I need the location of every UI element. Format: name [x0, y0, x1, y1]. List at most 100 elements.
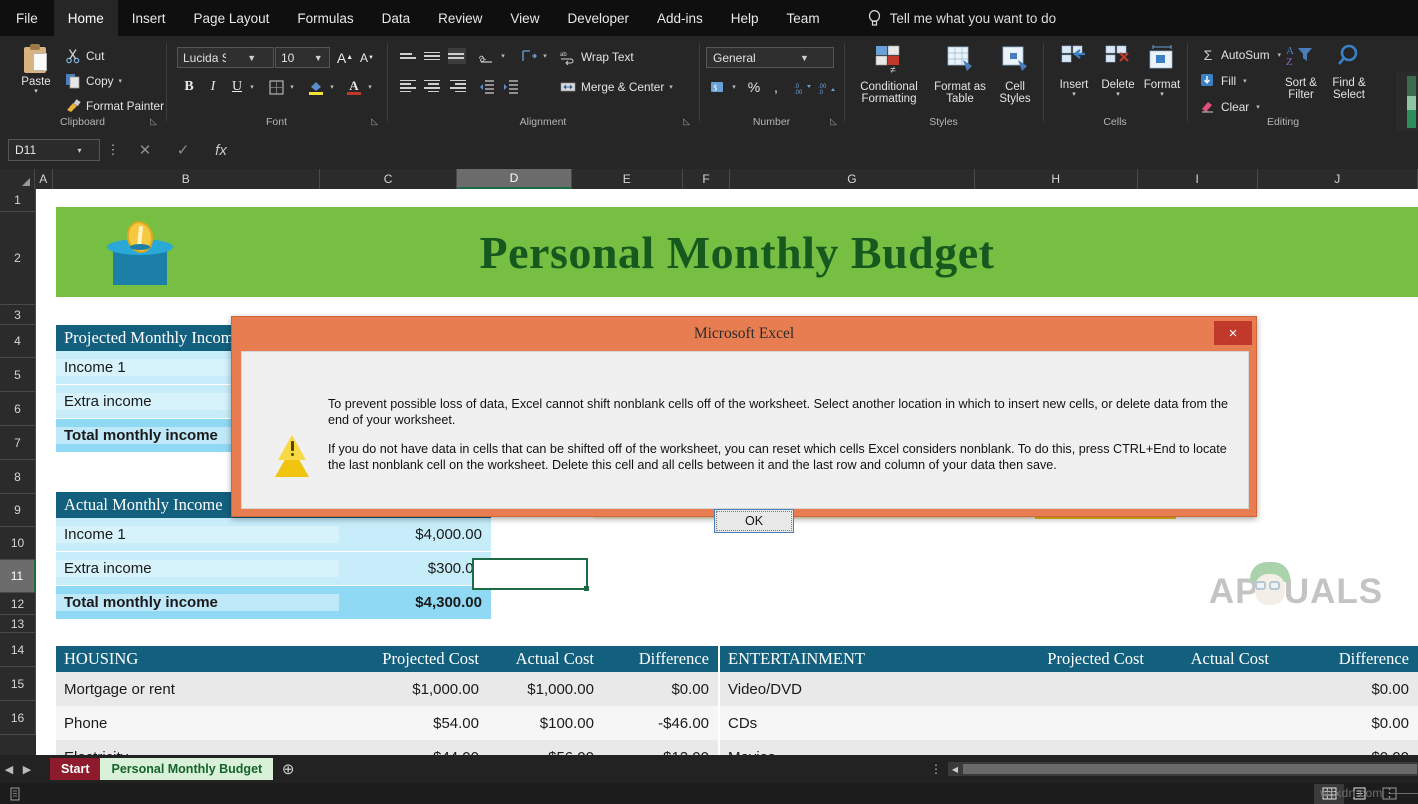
- row-header-5[interactable]: 5: [0, 358, 36, 392]
- menu-item-insert[interactable]: Insert: [118, 0, 180, 36]
- sheet-tab-personal-monthly-budget[interactable]: Personal Monthly Budget: [100, 758, 274, 780]
- table-row[interactable]: CDs $0.00: [720, 706, 1418, 740]
- format-as-table-button[interactable]: Format as Table: [930, 44, 990, 105]
- bold-button[interactable]: B: [179, 77, 199, 97]
- find-select-button[interactable]: Find & Select: [1326, 44, 1372, 101]
- align-middle-button[interactable]: [424, 48, 442, 64]
- format-cells-button[interactable]: Format ▾: [1136, 44, 1188, 98]
- fill-color-button[interactable]: [305, 76, 327, 98]
- column-header-c[interactable]: C: [320, 169, 458, 189]
- selected-cell-d11[interactable]: [472, 558, 589, 591]
- wrap-text-button[interactable]: ab Wrap Text: [560, 49, 634, 66]
- table-row[interactable]: Extra income $300.00: [56, 552, 491, 586]
- menu-item-team[interactable]: Team: [773, 0, 834, 36]
- cut-button[interactable]: Cut: [65, 48, 104, 64]
- row-header-11[interactable]: 11: [0, 560, 36, 593]
- row-header-16[interactable]: 16: [0, 701, 36, 735]
- number-dialog-launcher[interactable]: ◺: [830, 116, 837, 127]
- number-format-select[interactable]: General ▼: [706, 47, 834, 68]
- row-header-1[interactable]: 1: [0, 189, 36, 212]
- accounting-format-button[interactable]: $: [707, 77, 729, 97]
- comma-style-button[interactable]: ,: [766, 77, 786, 97]
- underline-button[interactable]: U: [227, 77, 247, 97]
- menu-item-view[interactable]: View: [496, 0, 553, 36]
- table-row[interactable]: Phone $54.00 $100.00 -$46.00: [56, 706, 718, 740]
- font-color-chevron-down-icon[interactable]: ▾: [365, 80, 375, 94]
- tab-overflow-icon[interactable]: ⋮: [924, 762, 948, 776]
- decrease-decimal-button[interactable]: .00.0: [816, 78, 838, 98]
- font-dialog-launcher[interactable]: ◺: [371, 116, 378, 127]
- font-color-button[interactable]: A: [343, 76, 365, 98]
- column-header-h[interactable]: H: [975, 169, 1138, 189]
- close-icon[interactable]: ×: [1214, 321, 1252, 345]
- table-row[interactable]: Video/DVD $0.00: [720, 672, 1418, 706]
- row-header-13[interactable]: 13: [0, 615, 36, 633]
- fill-button[interactable]: Fill ▾: [1200, 73, 1247, 89]
- decrease-font-size-button[interactable]: A ▼: [357, 47, 377, 68]
- clear-button[interactable]: Clear ▾: [1200, 99, 1260, 115]
- align-top-button[interactable]: [400, 48, 418, 64]
- align-left-button[interactable]: [400, 78, 418, 94]
- paste-button[interactable]: Paste ▾: [10, 44, 62, 95]
- align-center-button[interactable]: [424, 78, 442, 94]
- table-row[interactable]: Mortgage or rent $1,000.00 $1,000.00 $0.…: [56, 672, 718, 706]
- clipboard-dialog-launcher[interactable]: ◺: [150, 116, 157, 127]
- row-header-6[interactable]: 6: [0, 392, 36, 426]
- text-direction-button[interactable]: [518, 46, 540, 66]
- menu-item-formulas[interactable]: Formulas: [283, 0, 367, 36]
- decrease-indent-button[interactable]: [476, 77, 498, 97]
- orientation-button[interactable]: a: [476, 46, 498, 66]
- increase-indent-button[interactable]: [500, 77, 522, 97]
- fill-color-chevron-down-icon[interactable]: ▾: [327, 80, 337, 94]
- accessibility-icon[interactable]: [8, 787, 22, 801]
- row-header-8[interactable]: 8: [0, 460, 36, 494]
- increase-decimal-button[interactable]: .0.00: [792, 78, 814, 98]
- menu-item-home[interactable]: Home: [53, 0, 118, 36]
- borders-chevron-down-icon[interactable]: ▾: [287, 80, 297, 94]
- row-header-15[interactable]: 15: [0, 667, 36, 701]
- column-header-a[interactable]: A: [35, 169, 53, 189]
- table-row[interactable]: Income 1 $4,000.00: [56, 518, 491, 552]
- font-size-select[interactable]: 10 ▼: [275, 47, 330, 68]
- copy-button[interactable]: Copy ▾: [65, 73, 122, 89]
- ok-button[interactable]: OK: [714, 509, 794, 533]
- column-header-d[interactable]: D: [457, 169, 572, 189]
- next-sheet-icon[interactable]: ▶: [18, 763, 36, 776]
- alignment-dialog-launcher[interactable]: ◺: [683, 116, 690, 127]
- confirm-entry-icon[interactable]: ✓: [164, 141, 202, 159]
- orientation-chevron-down-icon[interactable]: ▾: [498, 49, 508, 63]
- percent-style-button[interactable]: %: [744, 77, 764, 97]
- increase-font-size-button[interactable]: A ▲: [335, 47, 355, 68]
- row-header-2[interactable]: 2: [0, 212, 36, 305]
- row-header-3[interactable]: 3: [0, 305, 36, 325]
- align-bottom-button[interactable]: [448, 48, 466, 64]
- menu-item-add-ins[interactable]: Add-ins: [643, 0, 717, 36]
- column-header-b[interactable]: B: [53, 169, 320, 189]
- borders-button[interactable]: [265, 77, 287, 97]
- menu-item-help[interactable]: Help: [717, 0, 773, 36]
- column-header-e[interactable]: E: [572, 169, 683, 189]
- name-box[interactable]: D11 ▾: [8, 139, 100, 161]
- menu-item-review[interactable]: Review: [424, 0, 496, 36]
- scroll-left-icon[interactable]: ◀: [948, 765, 962, 774]
- sort-filter-button[interactable]: AZ Sort & Filter: [1278, 44, 1324, 101]
- row-header-14[interactable]: 14: [0, 633, 36, 667]
- row-header-12[interactable]: 12: [0, 593, 36, 615]
- sheet-tab-start[interactable]: Start: [50, 758, 101, 780]
- column-header-j[interactable]: J: [1258, 169, 1418, 189]
- row-header-10[interactable]: 10: [0, 527, 36, 560]
- formula-bar-more-icon[interactable]: ⋮: [100, 142, 126, 158]
- table-row[interactable]: Electricity $44.00 $56.00 $12.00: [56, 740, 718, 755]
- align-right-button[interactable]: [448, 78, 466, 94]
- cancel-entry-icon[interactable]: ✕: [126, 141, 164, 159]
- menu-item-page-layout[interactable]: Page Layout: [180, 0, 284, 36]
- format-painter-button[interactable]: Format Painter: [65, 98, 164, 114]
- menu-item-developer[interactable]: Developer: [553, 0, 643, 36]
- font-name-select[interactable]: Lucida Sans ▼: [177, 47, 274, 68]
- horizontal-scrollbar[interactable]: ◀: [948, 762, 1418, 776]
- insert-function-icon[interactable]: fx: [202, 142, 240, 159]
- merge-center-button[interactable]: Merge & Center ▾: [560, 79, 673, 95]
- italic-button[interactable]: I: [203, 77, 223, 97]
- menu-item-file[interactable]: File: [0, 0, 54, 36]
- row-header-4[interactable]: 4: [0, 325, 36, 358]
